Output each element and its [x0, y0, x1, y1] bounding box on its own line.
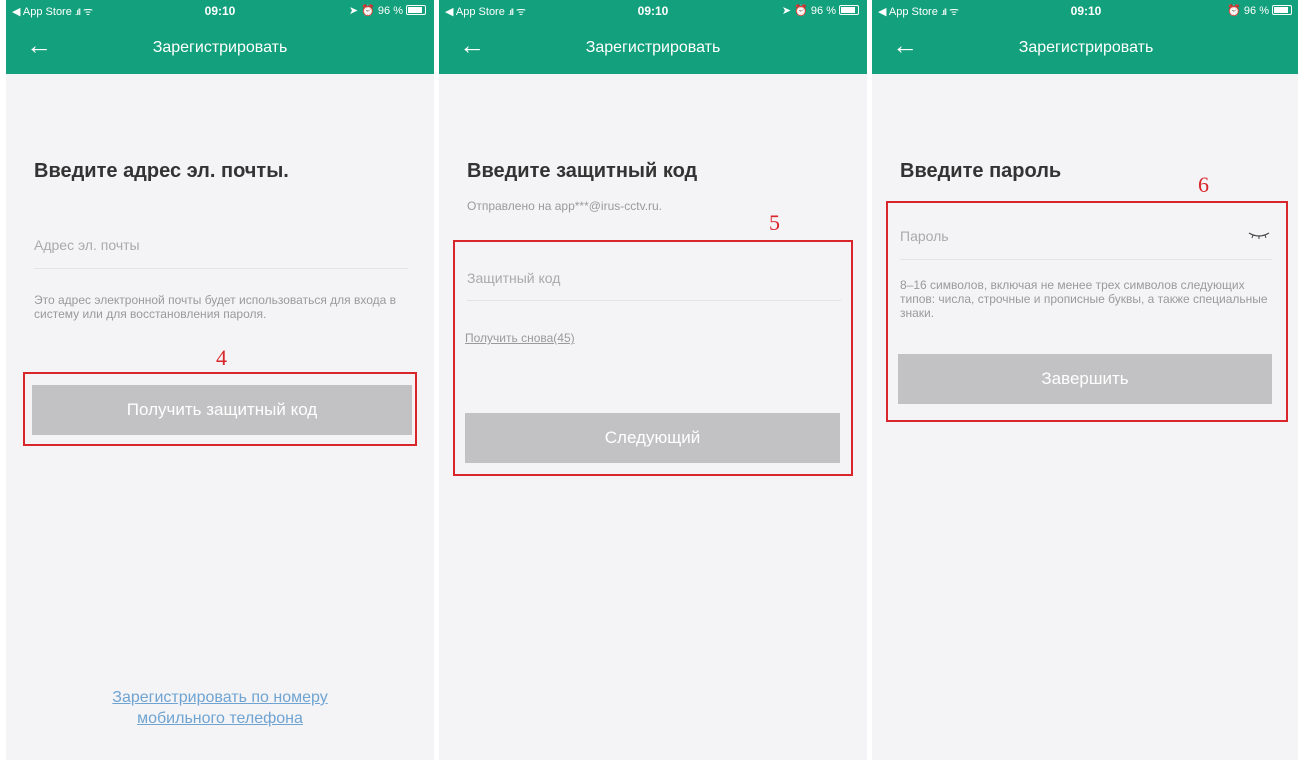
nav-bar: ← Зарегистрировать: [872, 22, 1298, 74]
nav-bar: ← Зарегистрировать: [439, 22, 867, 74]
status-bar: ◀ App Store .ıll ᯤ 09:10 ➤ ⏰ 96 %: [439, 0, 867, 22]
phone-screen-code: ◀ App Store .ıll ᯤ 09:10 ➤ ⏰ 96 % ← Заре…: [439, 0, 867, 760]
password-hint: 8–16 символов, включая не менее трех сим…: [900, 278, 1268, 320]
nav-title: Зарегистрировать: [1018, 39, 1154, 56]
next-button[interactable]: Следующий: [465, 413, 840, 463]
page-title: Введите пароль: [900, 160, 1062, 182]
register-by-phone-link[interactable]: Зарегистрировать по номеру мобильного те…: [6, 687, 434, 729]
step-number: 5: [769, 210, 780, 235]
status-indicators: ⏰ 96 %: [1227, 5, 1269, 17]
register-by-phone-line2: мобильного телефона: [137, 710, 303, 727]
nav-title: Зарегистрировать: [152, 39, 288, 56]
battery-icon: [1272, 5, 1292, 15]
battery-icon: [839, 5, 859, 15]
email-input[interactable]: Адрес эл. почты: [34, 237, 140, 253]
battery-icon: [406, 5, 426, 15]
password-input[interactable]: Пароль: [900, 228, 949, 244]
status-right: ➤ ⏰ 96 %: [782, 4, 859, 17]
status-bar: ◀ App Store .ıll ᯤ 09:10 ⏰ 96 %: [872, 0, 1298, 22]
status-indicators: ➤ ⏰ 96 %: [781, 5, 836, 17]
page-title: Введите защитный код: [467, 160, 698, 182]
nav-title: Зарегистрировать: [585, 39, 721, 56]
phone-screen-email: ◀ App Store .ıll ᯤ 09:10 ➤ ⏰ 96 % ← Заре…: [6, 0, 434, 760]
page-title: Введите адрес эл. почты.: [34, 160, 289, 182]
get-code-button[interactable]: Получить защитный код: [32, 385, 412, 435]
status-indicators: ➤ ⏰ 96 %: [348, 5, 403, 17]
password-input-underline: [900, 259, 1272, 260]
code-input[interactable]: Защитный код: [467, 270, 560, 286]
nav-bar: ← Зарегистрировать: [6, 22, 434, 74]
resend-code-link[interactable]: Получить снова(45): [465, 331, 575, 345]
email-input-underline: [34, 268, 408, 269]
register-by-phone-line1: Зарегистрировать по номеру: [112, 689, 328, 706]
step-number: 6: [1198, 172, 1209, 197]
code-input-underline: [467, 300, 841, 301]
hide-password-icon[interactable]: [1248, 230, 1270, 240]
sent-to-text: Отправлено на app***@irus-cctv.ru.: [467, 199, 663, 213]
phone-screen-password: ◀ App Store .ıll ᯤ 09:10 ⏰ 96 % ← Зареги…: [872, 0, 1298, 760]
step-number: 4: [216, 345, 227, 370]
status-right: ⏰ 96 %: [1227, 4, 1292, 17]
email-hint: Это адрес электронной почты будет исполь…: [34, 293, 397, 321]
finish-button[interactable]: Завершить: [898, 354, 1272, 404]
status-right: ➤ ⏰ 96 %: [349, 4, 426, 17]
status-bar: ◀ App Store .ıll ᯤ 09:10 ➤ ⏰ 96 %: [6, 0, 434, 22]
